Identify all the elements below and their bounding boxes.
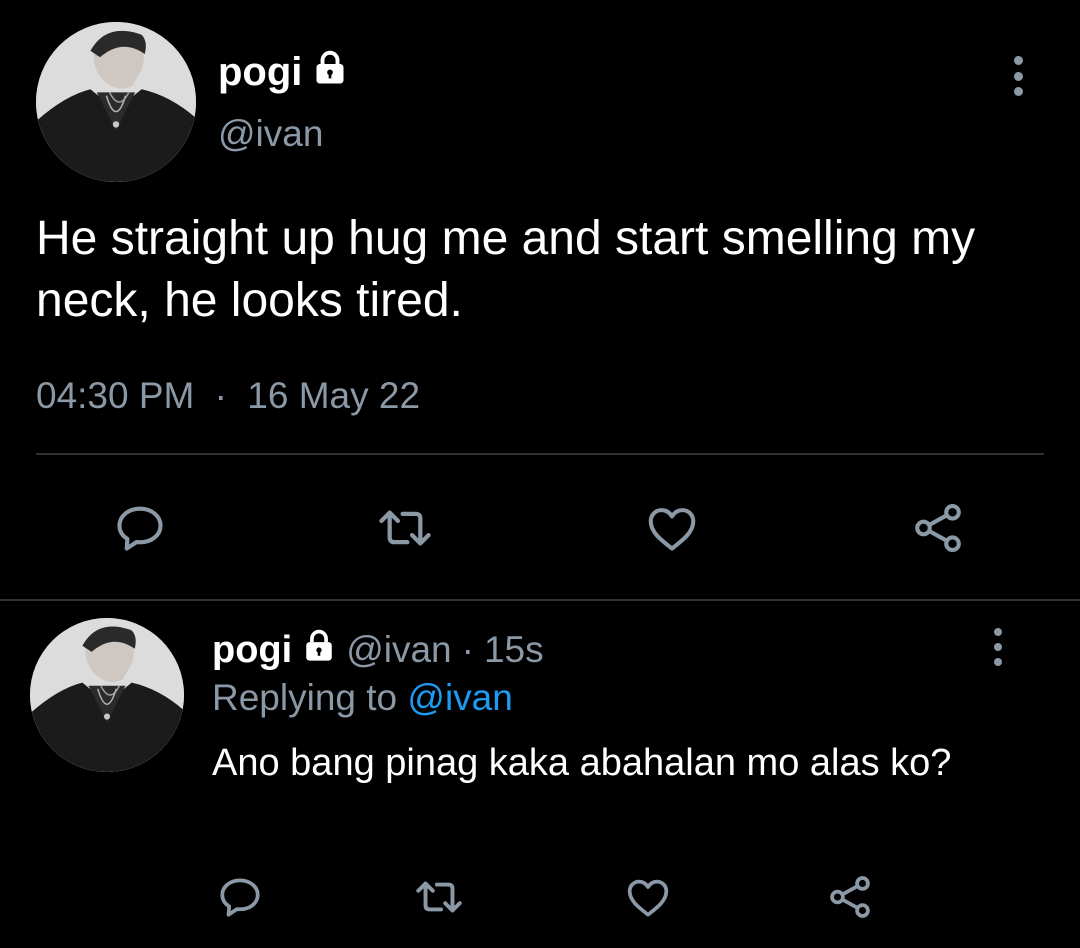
divider <box>36 453 1044 455</box>
heart-icon <box>648 508 696 551</box>
author-handle[interactable]: @ivan <box>346 626 451 674</box>
reply-time: 15s <box>483 629 544 670</box>
reply-icon <box>220 878 260 917</box>
author-handle[interactable]: @ivan <box>218 112 323 156</box>
tweet-date: 16 May 22 <box>247 375 421 416</box>
retweet-icon <box>416 881 462 913</box>
tweet-text: He straight up hug me and start smelling… <box>36 212 989 327</box>
display-name: pogi <box>218 50 303 94</box>
more-vertical-icon[interactable] <box>1000 56 1036 96</box>
display-name[interactable]: pogi <box>212 626 292 674</box>
separator: · <box>461 629 474 670</box>
lock-icon <box>312 48 348 96</box>
divider <box>0 599 1080 601</box>
replying-prefix: Replying to <box>212 677 398 718</box>
like-button[interactable] <box>640 496 704 560</box>
avatar[interactable] <box>36 22 196 182</box>
avatar[interactable] <box>30 618 184 772</box>
reply-header: pogi @ivan · 15s <box>212 626 544 674</box>
reply-icon <box>117 506 163 551</box>
author-name[interactable]: pogi <box>218 48 348 96</box>
retweet-icon <box>379 510 431 546</box>
share-icon <box>830 876 870 918</box>
tweet-time: 04:30 PM <box>36 375 195 416</box>
reply-button[interactable] <box>108 496 172 560</box>
reply-text: Ano bang pinag kaka abahalan mo alas ko? <box>212 742 952 784</box>
retweet-button[interactable] <box>370 496 440 560</box>
replying-to: Replying to @ivan <box>212 674 513 722</box>
replying-handle-link[interactable]: @ivan <box>407 677 512 718</box>
share-button[interactable] <box>906 496 970 560</box>
like-button[interactable] <box>620 870 676 924</box>
separator: · <box>214 375 227 416</box>
share-button[interactable] <box>822 870 878 924</box>
tweet-timestamp: 04:30 PM · 16 May 22 <box>36 372 420 420</box>
share-icon <box>915 503 961 553</box>
reply-button[interactable] <box>212 870 268 924</box>
more-vertical-icon[interactable] <box>980 628 1016 666</box>
heart-icon <box>627 879 669 917</box>
lock-icon <box>302 626 336 674</box>
retweet-button[interactable] <box>408 870 470 924</box>
